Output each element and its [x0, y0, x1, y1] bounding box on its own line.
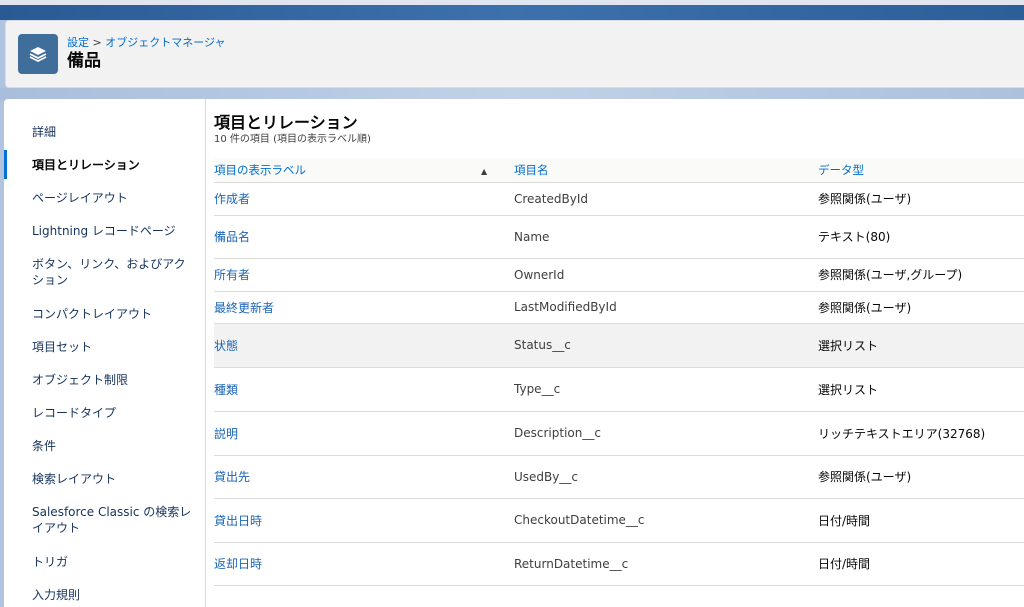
content-card: 詳細 項目とリレーション ページレイアウト Lightning レコードページ …	[4, 99, 1024, 607]
sidebar-item-buttons-links-actions[interactable]: ボタン、リンク、およびアクション	[4, 247, 205, 297]
field-data-type: 選択リスト	[818, 367, 1024, 412]
column-header-field-name[interactable]: 項目名	[514, 158, 818, 183]
field-data-type: 選択リスト	[818, 323, 1024, 368]
table-header-row: 項目の表示ラベル ▲ 項目名 データ型	[214, 158, 1024, 183]
sidebar-item-conditions[interactable]: 条件	[4, 429, 205, 462]
field-api-name: ReturnDatetime__c	[514, 542, 818, 586]
sidebar-item-details[interactable]: 詳細	[4, 115, 205, 148]
breadcrumb-setup[interactable]: 設定	[67, 36, 89, 49]
table-row: 所有者 OwnerId 参照関係(ユーザ,グループ)	[214, 258, 1024, 292]
column-header-field-label[interactable]: 項目の表示ラベル ▲	[214, 158, 514, 183]
field-api-name: OwnerId	[514, 258, 818, 292]
field-label-link[interactable]: 説明	[214, 411, 514, 456]
page-header: 設定 > オブジェクトマネージャ 備品	[5, 20, 1024, 88]
sidebar-item-object-limits[interactable]: オブジェクト制限	[4, 363, 205, 396]
column-header-field-label-text: 項目の表示ラベル	[214, 162, 306, 177]
field-api-name: Status__c	[514, 323, 818, 368]
field-data-type: 日付/時間	[818, 542, 1024, 586]
field-label-link[interactable]: 貸出日時	[214, 498, 514, 543]
field-data-type: 参照関係(ユーザ,グループ)	[818, 258, 1024, 292]
field-label-link[interactable]: 種類	[214, 367, 514, 412]
table-row: 貸出先 UsedBy__c 参照関係(ユーザ)	[214, 455, 1024, 499]
fields-relationships-panel: 項目とリレーション 10 件の項目 (項目の表示ラベル順) 項目の表示ラベル ▲ …	[206, 99, 1024, 607]
table-row: 返却日時 ReturnDatetime__c 日付/時間	[214, 542, 1024, 586]
section-title: 項目とリレーション	[214, 113, 358, 132]
field-api-name: CheckoutDatetime__c	[514, 498, 818, 543]
sidebar-item-page-layouts[interactable]: ページレイアウト	[4, 181, 205, 214]
sidebar-item-validation-rules[interactable]: 入力規則	[4, 578, 205, 607]
header-text: 設定 > オブジェクトマネージャ 備品	[67, 36, 225, 72]
field-data-type: リッチテキストエリア(32768)	[818, 411, 1024, 456]
fields-table: 項目の表示ラベル ▲ 項目名 データ型 作成者 CreatedById 参照関係(…	[214, 158, 1024, 586]
field-label-link[interactable]: 返却日時	[214, 542, 514, 586]
sort-ascending-icon[interactable]: ▲	[481, 167, 487, 176]
field-api-name: Type__c	[514, 367, 818, 412]
field-label-link[interactable]: 貸出先	[214, 455, 514, 499]
table-row: 説明 Description__c リッチテキストエリア(32768)	[214, 411, 1024, 456]
top-strip	[0, 0, 1024, 5]
field-api-name: CreatedById	[514, 182, 818, 216]
sidebar-item-record-types[interactable]: レコードタイプ	[4, 396, 205, 429]
sidebar-item-compact-layouts[interactable]: コンパクトレイアウト	[4, 297, 205, 330]
table-row: 作成者 CreatedById 参照関係(ユーザ)	[214, 182, 1024, 216]
field-label-link[interactable]: 最終更新者	[214, 291, 514, 324]
page-title: 備品	[67, 51, 101, 71]
breadcrumb: 設定 > オブジェクトマネージャ	[67, 36, 225, 50]
table-row: 種類 Type__c 選択リスト	[214, 367, 1024, 412]
field-data-type: 参照関係(ユーザ)	[818, 182, 1024, 216]
section-subtitle: 10 件の項目 (項目の表示ラベル順)	[214, 134, 371, 145]
field-label-link[interactable]: 所有者	[214, 258, 514, 292]
field-label-link[interactable]: 備品名	[214, 215, 514, 259]
field-data-type: 日付/時間	[818, 498, 1024, 543]
breadcrumb-separator: >	[92, 36, 102, 49]
field-data-type: 参照関係(ユーザ)	[818, 455, 1024, 499]
field-data-type: テキスト(80)	[818, 215, 1024, 259]
field-api-name: UsedBy__c	[514, 455, 818, 499]
table-row: 備品名 Name テキスト(80)	[214, 215, 1024, 259]
sidebar-item-fields-relationships[interactable]: 項目とリレーション	[4, 148, 205, 181]
breadcrumb-object-manager[interactable]: オブジェクトマネージャ	[105, 36, 225, 49]
field-api-name: Name	[514, 215, 818, 259]
table-row: 状態 Status__c 選択リスト	[214, 323, 1024, 368]
sidebar-item-triggers[interactable]: トリガ	[4, 545, 205, 578]
field-label-link[interactable]: 作成者	[214, 182, 514, 216]
column-header-data-type[interactable]: データ型	[818, 158, 1024, 183]
layers-icon	[18, 34, 58, 74]
field-label-link[interactable]: 状態	[214, 323, 514, 368]
sidebar-item-lightning-record-pages[interactable]: Lightning レコードページ	[4, 214, 205, 247]
field-data-type: 参照関係(ユーザ)	[818, 291, 1024, 324]
field-api-name: Description__c	[514, 411, 818, 456]
field-api-name: LastModifiedById	[514, 291, 818, 324]
sidebar-item-field-sets[interactable]: 項目セット	[4, 330, 205, 363]
table-row: 最終更新者 LastModifiedById 参照関係(ユーザ)	[214, 291, 1024, 324]
sidebar: 詳細 項目とリレーション ページレイアウト Lightning レコードページ …	[4, 99, 206, 607]
table-row: 貸出日時 CheckoutDatetime__c 日付/時間	[214, 498, 1024, 543]
sidebar-item-classic-search-layouts[interactable]: Salesforce Classic の検索レイアウト	[4, 495, 205, 545]
sidebar-item-search-layouts[interactable]: 検索レイアウト	[4, 462, 205, 495]
